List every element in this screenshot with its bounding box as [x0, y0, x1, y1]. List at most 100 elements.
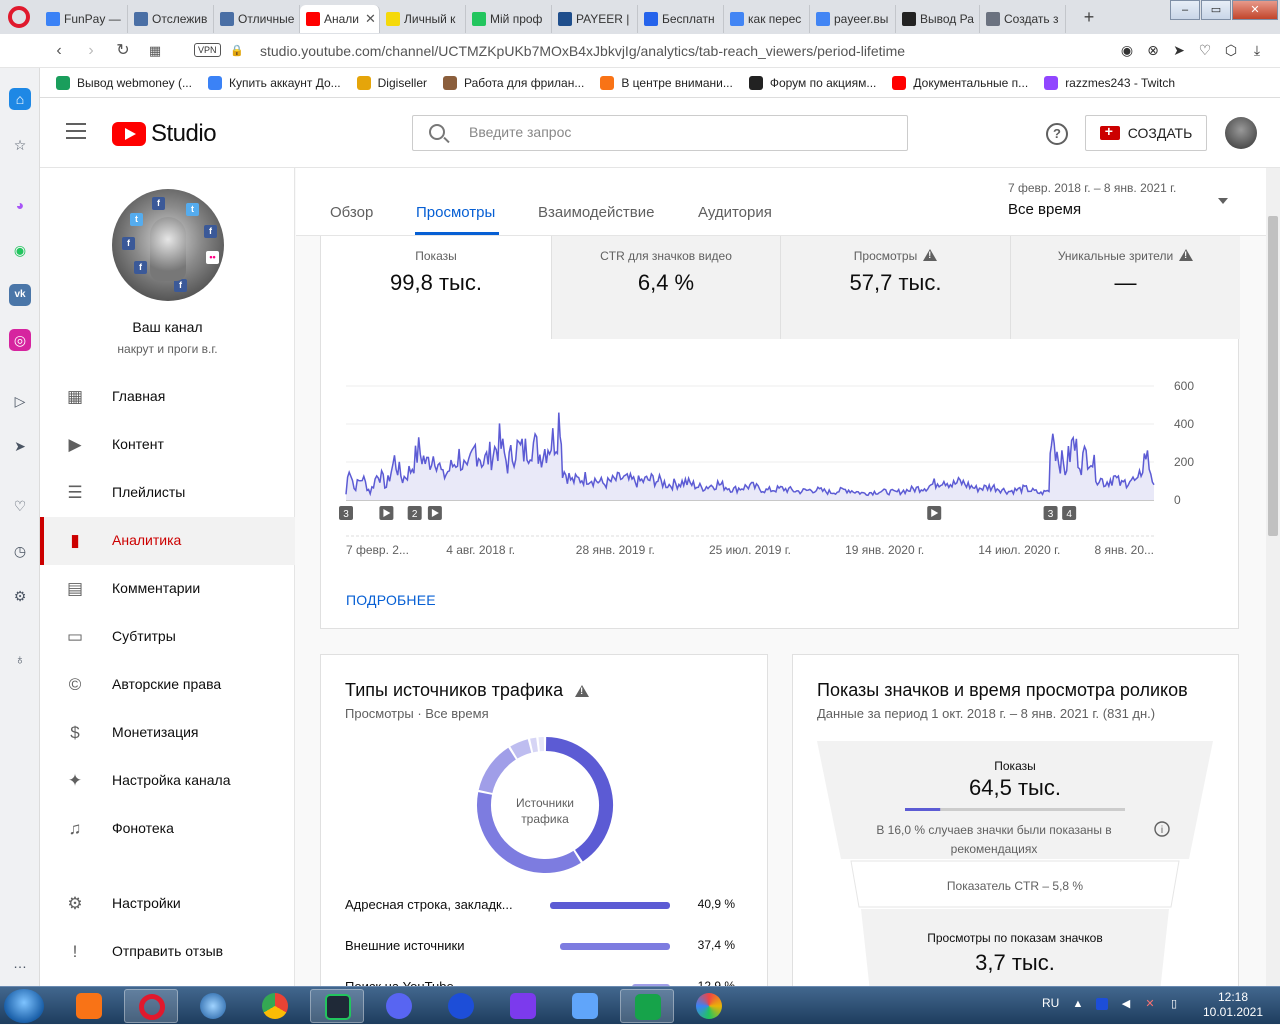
bookmark-item[interactable]: Вывод webmoney (... [56, 76, 192, 90]
browser-tab[interactable]: Создать з [980, 5, 1066, 33]
instagram-icon[interactable]: ◎ [9, 329, 31, 351]
camera-icon[interactable]: ◉ [1118, 41, 1136, 59]
bookmark-item[interactable]: Купить аккаунт До... [208, 76, 341, 90]
language-indicator[interactable]: RU [1042, 996, 1059, 1010]
help-icon[interactable]: ? [1046, 123, 1068, 145]
url-field[interactable]: studio.youtube.com/channel/UCTMZKpUKb7MO… [260, 43, 905, 59]
battery-icon[interactable]: ▯ [1168, 998, 1180, 1010]
heart-icon[interactable]: ♡ [9, 495, 31, 517]
channel-avatar[interactable]: t f t f f •• f f [112, 189, 224, 301]
sidebar-item-customization[interactable]: ✦Настройка канала [40, 757, 295, 805]
browser-tab[interactable]: Анали✕ [300, 5, 380, 33]
clock[interactable]: 12:18 10.01.2021 [1198, 990, 1268, 1020]
taskbar-opera[interactable] [124, 989, 178, 1023]
metric-views[interactable]: Просмотры 57,7 тыс. [780, 236, 1010, 339]
sidebar-item-feedback[interactable]: !Отправить отзыв [40, 928, 295, 976]
traffic-source-row[interactable]: Адресная строка, закладк...40,9 % [345, 895, 745, 915]
metric-unique-viewers[interactable]: Уникальные зрители — [1010, 236, 1240, 339]
bookmark-item[interactable]: Работа для фрилан... [443, 76, 584, 90]
studio-logo[interactable]: Studio [112, 120, 216, 148]
minimize-button[interactable]: – [1170, 0, 1200, 20]
taskbar-discord[interactable] [372, 989, 426, 1023]
video-marker-count[interactable]: 2 [408, 506, 422, 520]
settings-icon[interactable]: ⚙ [9, 585, 31, 607]
taskbar-media-player[interactable] [62, 989, 116, 1023]
metric-impressions[interactable]: Показы 99,8 тыс. [321, 236, 551, 339]
sidebar-item-analytics[interactable]: ▮Аналитика [40, 517, 295, 565]
search-input[interactable] [469, 124, 889, 140]
reach-line-chart[interactable]: 600400200032347 февр. 2...4 авг. 2018 г.… [321, 376, 1240, 576]
taskbar-task-manager[interactable] [310, 989, 364, 1023]
browser-tab[interactable]: Отличные [214, 5, 300, 33]
donut-slice[interactable] [486, 754, 513, 792]
bookmark-item[interactable]: Форум по акциям... [749, 76, 877, 90]
forward-button[interactable]: › [80, 40, 102, 62]
page-scrollbar[interactable] [1266, 168, 1280, 988]
video-marker-count[interactable]: 3 [339, 506, 353, 520]
network-error-icon[interactable]: ✕ [1144, 998, 1156, 1010]
download-icon[interactable]: ⤓ [1248, 41, 1266, 59]
bookmark-item[interactable]: Digiseller [357, 76, 427, 90]
cube-icon[interactable]: ⬡ [1222, 41, 1240, 59]
sidebar-item-copyright[interactable]: ©Авторские права [40, 661, 295, 709]
browser-tab[interactable]: payeer.вы [810, 5, 896, 33]
sidebar-item-dashboard[interactable]: ▦Главная [40, 373, 295, 421]
taskbar-visual-studio[interactable] [496, 989, 550, 1023]
donut-slice[interactable] [532, 745, 537, 746]
vpn-badge[interactable]: VPN [194, 43, 221, 57]
tray-app-icon[interactable] [1096, 998, 1108, 1010]
vk-icon[interactable]: vk [9, 284, 31, 306]
start-button[interactable] [4, 989, 44, 1023]
browser-tab[interactable]: как перес [724, 5, 810, 33]
player-icon[interactable]: ▷ [9, 390, 31, 412]
taskbar-chrome[interactable] [248, 989, 302, 1023]
browser-tab[interactable]: Мій проф [466, 5, 552, 33]
volume-icon[interactable]: ◀ [1120, 998, 1132, 1010]
back-button[interactable]: ‹ [48, 40, 70, 62]
browser-tab[interactable]: Личный к [380, 5, 466, 33]
send-icon[interactable]: ➤ [1170, 41, 1188, 59]
search-box[interactable] [412, 115, 908, 151]
traffic-source-row[interactable]: Внешние источники37,4 % [345, 936, 745, 956]
tab-reach[interactable]: Просмотры [416, 204, 495, 221]
lightbulb-icon[interactable]: ♁ [9, 648, 31, 670]
browser-tab[interactable]: PAYEER | [552, 5, 638, 33]
send-icon[interactable]: ➤ [9, 435, 31, 457]
browser-tab[interactable]: Бесплатн [638, 5, 724, 33]
browser-tab[interactable]: Вывод Ра [896, 5, 980, 33]
close-window-button[interactable]: ✕ [1232, 0, 1278, 20]
star-icon[interactable]: ☆ [9, 134, 31, 156]
video-marker-play-icon[interactable] [927, 506, 941, 520]
new-tab-button[interactable]: + [1078, 6, 1100, 28]
bookmark-item[interactable]: Документальные п... [892, 76, 1028, 90]
close-tab-icon[interactable]: ✕ [365, 11, 376, 27]
tab-audience[interactable]: Аудитория [698, 204, 772, 221]
taskbar-app-blue[interactable] [434, 989, 488, 1023]
history-icon[interactable]: ◷ [9, 540, 31, 562]
tab-overview[interactable]: Обзор [330, 204, 373, 221]
account-avatar[interactable] [1225, 117, 1257, 149]
sidebar-item-audio-library[interactable]: ♫Фонотека [40, 805, 295, 853]
home-icon[interactable]: ⌂ [9, 88, 31, 110]
lock-icon[interactable]: 🔒 [230, 44, 244, 57]
video-marker-play-icon[interactable] [379, 506, 393, 520]
date-period-select[interactable]: Все время [1008, 201, 1081, 218]
menu-icon[interactable] [66, 123, 86, 141]
tray-expand-icon[interactable]: ▲ [1072, 998, 1084, 1010]
chevron-down-icon[interactable] [1218, 198, 1228, 204]
metric-ctr[interactable]: CTR для значков видео 6,4 % [551, 236, 780, 339]
video-marker-count[interactable]: 3 [1044, 506, 1058, 520]
browser-tab[interactable]: Отслежив [128, 5, 214, 33]
more-icon[interactable]: … [9, 952, 31, 974]
bookmark-item[interactable]: В центре внимани... [600, 76, 733, 90]
create-button[interactable]: СОЗДАТЬ [1085, 115, 1207, 151]
sidebar-item-playlists[interactable]: ☰Плейлисты [40, 469, 295, 517]
sidebar-item-monetization[interactable]: $Монетизация [40, 709, 295, 757]
heart-icon[interactable]: ♡ [1196, 41, 1214, 59]
bookmark-item[interactable]: razzmes243 - Twitch [1044, 76, 1175, 90]
browser-tab[interactable]: FunPay — [40, 5, 128, 33]
speed-dial-icon[interactable]: ▦ [144, 40, 166, 62]
reload-icon[interactable]: ↻ [112, 40, 134, 62]
block-icon[interactable]: ⊗ [1144, 41, 1162, 59]
sidebar-item-settings[interactable]: ⚙Настройки [40, 880, 295, 928]
